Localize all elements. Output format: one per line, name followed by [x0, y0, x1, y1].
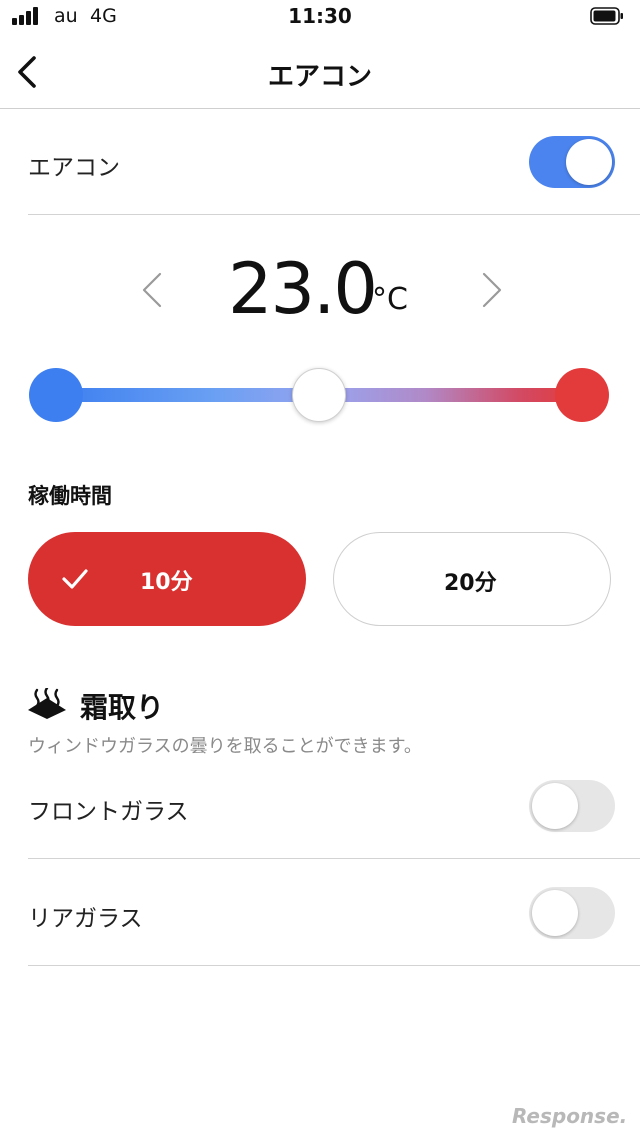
aircon-label: エアコン [28, 155, 120, 181]
temperature-increase-icon[interactable] [476, 266, 506, 314]
temperature-unit: °C [372, 282, 408, 317]
temperature-decrease-icon[interactable] [138, 266, 168, 314]
defrost-title: 霜取り [80, 691, 165, 724]
aircon-toggle[interactable] [529, 136, 615, 188]
rear-glass-row: リアガラス [28, 859, 640, 965]
rear-glass-label: リアガラス [28, 906, 143, 932]
front-glass-row: フロントガラス [28, 752, 640, 858]
toggle-knob [566, 139, 612, 185]
front-glass-toggle[interactable] [529, 780, 615, 832]
defrost-heat-icon [28, 688, 66, 719]
aircon-row: エアコン [28, 110, 640, 214]
duration-option-10min[interactable]: 10分 [28, 532, 306, 626]
page-title: エアコン [267, 62, 372, 92]
toggle-knob [532, 783, 578, 829]
response-watermark-logo: Response. [512, 1104, 628, 1128]
duration-option-label: 20分 [444, 571, 497, 596]
slider-hot-end [555, 368, 609, 422]
status-time: 11:30 [288, 4, 352, 28]
divider [28, 965, 640, 966]
checkmark-icon [62, 569, 88, 589]
temperature-slider-thumb[interactable] [292, 368, 346, 422]
toggle-knob [532, 890, 578, 936]
nav-bar: エアコン [0, 36, 640, 109]
front-glass-label: フロントガラス [28, 799, 189, 825]
battery-icon [590, 7, 623, 25]
temperature-value: 23.0 [228, 248, 378, 330]
divider [28, 214, 640, 215]
slider-cold-end [29, 368, 83, 422]
duration-section-label: 稼働時間 [28, 484, 112, 508]
rear-glass-toggle[interactable] [529, 887, 615, 939]
duration-option-20min[interactable]: 20分 [333, 532, 611, 626]
status-bar: au 4G 11:30 [0, 0, 640, 36]
duration-option-label: 10分 [140, 570, 193, 595]
